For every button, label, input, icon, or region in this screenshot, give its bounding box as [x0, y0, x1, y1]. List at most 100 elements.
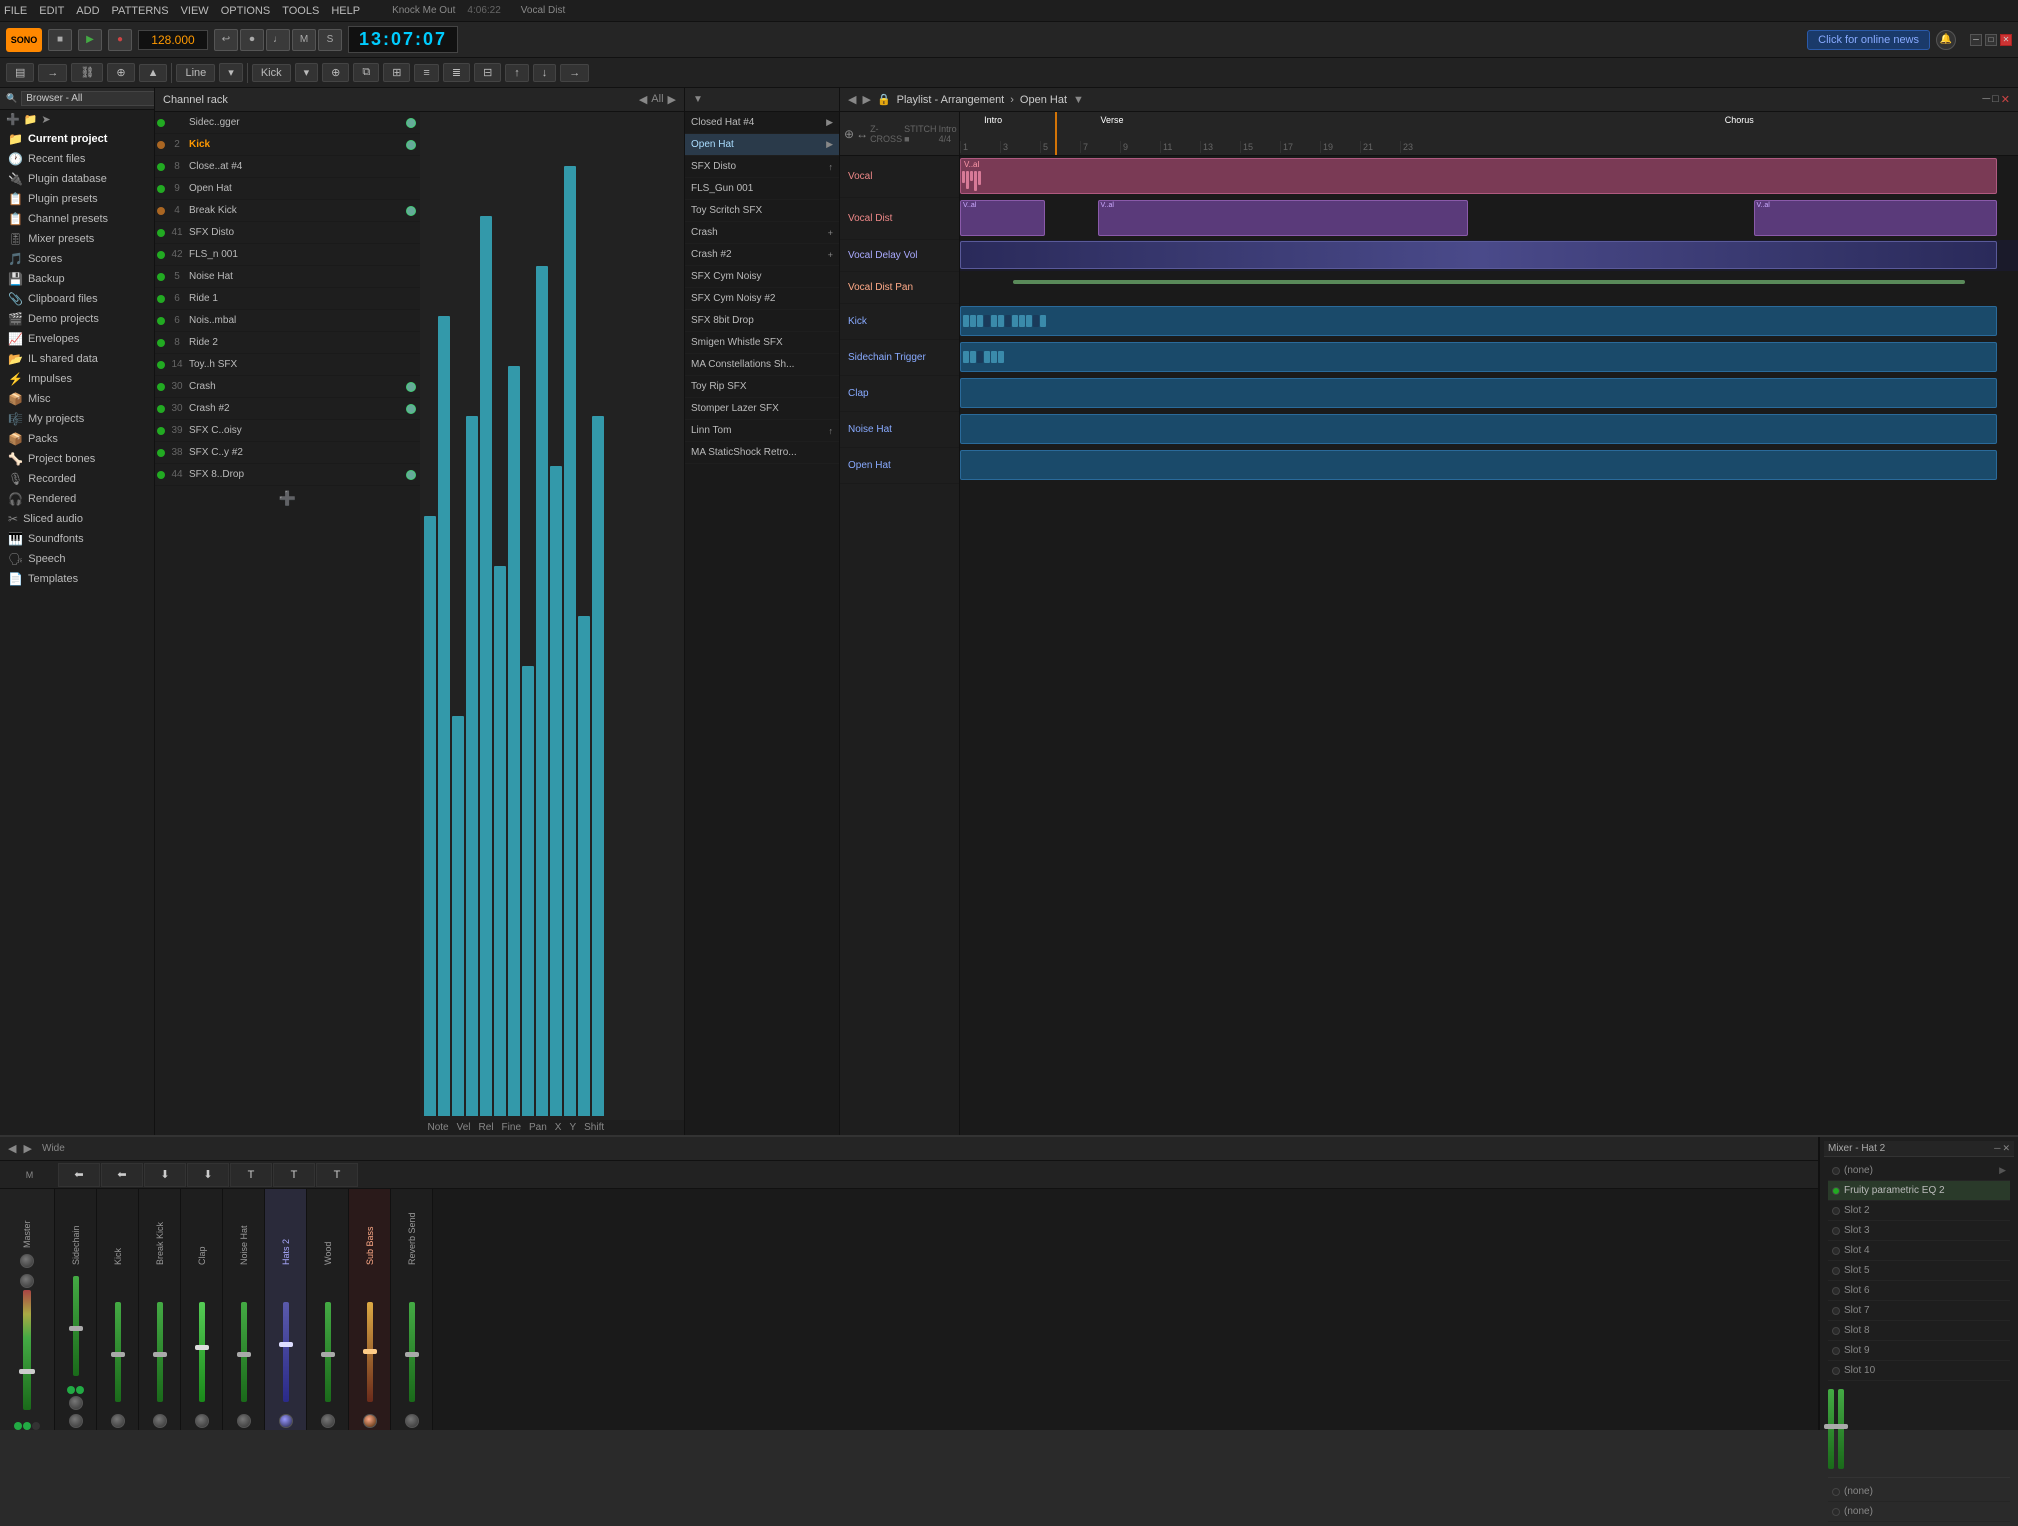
step-btn[interactable]: S [318, 29, 342, 51]
ch2-knob[interactable] [406, 140, 416, 150]
punch-btn[interactable]: ⏺ [240, 29, 264, 51]
ch-pan-knob[interactable] [363, 1414, 377, 1428]
maximize-btn[interactable]: □ [1985, 34, 1997, 46]
inst-linn-tom[interactable]: Linn Tom ↑ [685, 420, 839, 442]
plugin-slot-10[interactable]: Slot 10 [1828, 1361, 2010, 1381]
add-channel-btn[interactable]: ➕ [279, 490, 296, 507]
tool5[interactable]: ⊕ [322, 63, 349, 82]
kick-clip[interactable] [960, 306, 1997, 336]
plugin-slot-3[interactable]: Slot 3 [1828, 1221, 2010, 1241]
inst-smigen[interactable]: Smigen Whistle SFX [685, 332, 839, 354]
ch5-knob[interactable] [406, 206, 416, 216]
clap-clip[interactable] [960, 378, 1997, 408]
arr-min-btn[interactable]: ─ [1982, 93, 1990, 106]
inst-crash[interactable]: Crash + [685, 222, 839, 244]
news-icon[interactable]: 🔔 [1936, 30, 1956, 50]
plugin-slot-9[interactable]: Slot 9 [1828, 1341, 2010, 1361]
vocal-clip[interactable]: V..al [960, 158, 1997, 194]
tool12[interactable]: ↓ [533, 64, 557, 82]
inst-fls-gun[interactable]: FLS_Gun 001 [685, 178, 839, 200]
sidebar-item-scores[interactable]: 🎵 Scores [0, 249, 154, 269]
track-label-vocal-dist-pan[interactable]: Vocal Dist Pan [840, 272, 959, 304]
crash2-add-icon[interactable]: + [828, 250, 833, 260]
menu-options[interactable]: OPTIONS [221, 5, 271, 17]
track-label-noise-hat[interactable]: Noise Hat [840, 412, 959, 448]
sidebar-item-clipboard-files[interactable]: 📎 Clipboard files [0, 289, 154, 309]
tool4[interactable]: ▲ [139, 64, 168, 82]
sidebar-arrow-btn[interactable]: ➤ [41, 113, 50, 126]
tool9[interactable]: ≣ [443, 63, 470, 82]
send-slot-0[interactable]: (none) [1828, 1482, 2010, 1502]
sidebar-item-templates[interactable]: 📄 Templates [0, 569, 154, 589]
ch-strip-icon[interactable]: T [230, 1163, 272, 1187]
sidebar-folder-btn[interactable]: 📁 [24, 113, 38, 126]
fader-handle[interactable] [321, 1352, 335, 1357]
inst-sfx-cym[interactable]: SFX Cym Noisy [685, 266, 839, 288]
tool3[interactable]: ⊕ [107, 63, 134, 82]
sidebar-search-input[interactable] [21, 91, 155, 106]
ch-pan-knob[interactable] [237, 1414, 251, 1428]
sidebar-item-mixer-presets[interactable]: 🎚 Mixer presets [0, 229, 154, 249]
sidebar-item-envelopes[interactable]: 📈 Envelopes [0, 329, 154, 349]
tool13[interactable]: → [560, 64, 589, 82]
send-slot-1[interactable]: (none) [1828, 1502, 2010, 1522]
track-label-vocal-delay[interactable]: Vocal Delay Vol [840, 240, 959, 272]
tool1[interactable]: → [38, 64, 67, 82]
inst-sfx-cym2[interactable]: SFX Cym Noisy #2 [685, 288, 839, 310]
sidebar-item-sliced-audio[interactable]: ✂ Sliced audio [0, 509, 154, 529]
fader-handle[interactable] [405, 1352, 419, 1357]
plugin-slot-1[interactable]: Fruity parametric EQ 2 [1828, 1181, 2010, 1201]
ch-strip-icon[interactable]: ⬇ [187, 1163, 229, 1187]
sidebar-item-channel-presets[interactable]: 📋 Channel presets [0, 209, 154, 229]
plugin-slot-4[interactable]: Slot 4 [1828, 1241, 2010, 1261]
play-button[interactable]: ▶ [78, 29, 102, 51]
fader-handle[interactable] [153, 1352, 167, 1357]
menu-patterns[interactable]: PATTERNS [112, 5, 169, 17]
sidebar-item-rendered[interactable]: 🎧 Rendered [0, 489, 154, 509]
tool2[interactable]: ⛓ [71, 63, 103, 82]
fader-handle[interactable] [237, 1352, 251, 1357]
menu-tools[interactable]: TOOLS [282, 5, 319, 17]
channel-row-16[interactable]: 38 SFX C..y #2 [155, 442, 420, 464]
fader-handle[interactable] [363, 1349, 377, 1354]
channel-row-7[interactable]: 42 FLS_n 001 [155, 244, 420, 266]
plugin-slot-arrow[interactable]: ▶ [1999, 1165, 2006, 1176]
tool6[interactable]: ⧉ [353, 63, 379, 82]
arr-tool-crosshair[interactable]: ⊕ [844, 127, 854, 141]
channel-rack-right-btn[interactable]: ▶ [668, 93, 676, 106]
plugin-slot-6[interactable]: Slot 6 [1828, 1281, 2010, 1301]
arr-right-btn[interactable]: ▶ [862, 93, 870, 106]
menu-add[interactable]: ADD [76, 5, 99, 17]
ch-pan-knob[interactable] [321, 1414, 335, 1428]
channel-rack-btn[interactable]: ▤ [6, 63, 34, 82]
sidebar-add-btn[interactable]: ➕ [6, 113, 20, 126]
sidebar-item-backup[interactable]: 💾 Backup [0, 269, 154, 289]
bpm-display[interactable]: 128.000 [138, 30, 208, 50]
noise-hat-clip[interactable] [960, 414, 1997, 444]
sidebar-item-current-project[interactable]: 📁 Current project [0, 129, 154, 149]
fader-handle[interactable] [195, 1345, 209, 1350]
menu-help[interactable]: HELP [331, 5, 360, 17]
ch-vol-knob[interactable] [69, 1414, 83, 1428]
ch-strip-icon[interactable]: ⬇ [144, 1163, 186, 1187]
channel-row-17[interactable]: 44 SFX 8..Drop [155, 464, 420, 486]
track-label-kick[interactable]: Kick [840, 304, 959, 340]
inst-crash-2[interactable]: Crash #2 + [685, 244, 839, 266]
plugin-slot-2[interactable]: Slot 2 [1828, 1201, 2010, 1221]
line-select[interactable]: Line [176, 64, 215, 82]
channel-row-4[interactable]: 9 Open Hat [155, 178, 420, 200]
arr-left-btn[interactable]: ◀ [848, 93, 856, 106]
fader-handle[interactable] [69, 1326, 83, 1331]
channel-row-3[interactable]: 8 Close..at #4 [155, 156, 420, 178]
channel-row-10[interactable]: 6 Nois..mbal [155, 310, 420, 332]
sidebar-item-impulses[interactable]: ⚡ Impulses [0, 369, 154, 389]
sidebar-item-packs[interactable]: 📦 Packs [0, 429, 154, 449]
record-button[interactable]: ● [108, 29, 132, 51]
inst-sfx-8bit[interactable]: SFX 8bit Drop [685, 310, 839, 332]
plugin-slot-7[interactable]: Slot 7 [1828, 1301, 2010, 1321]
tool10[interactable]: ⊟ [474, 63, 501, 82]
channel-row-9[interactable]: 6 Ride 1 [155, 288, 420, 310]
tool8[interactable]: ≡ [414, 64, 438, 82]
master-knob-2[interactable] [20, 1274, 34, 1288]
track-label-vocal[interactable]: Vocal [840, 156, 959, 198]
